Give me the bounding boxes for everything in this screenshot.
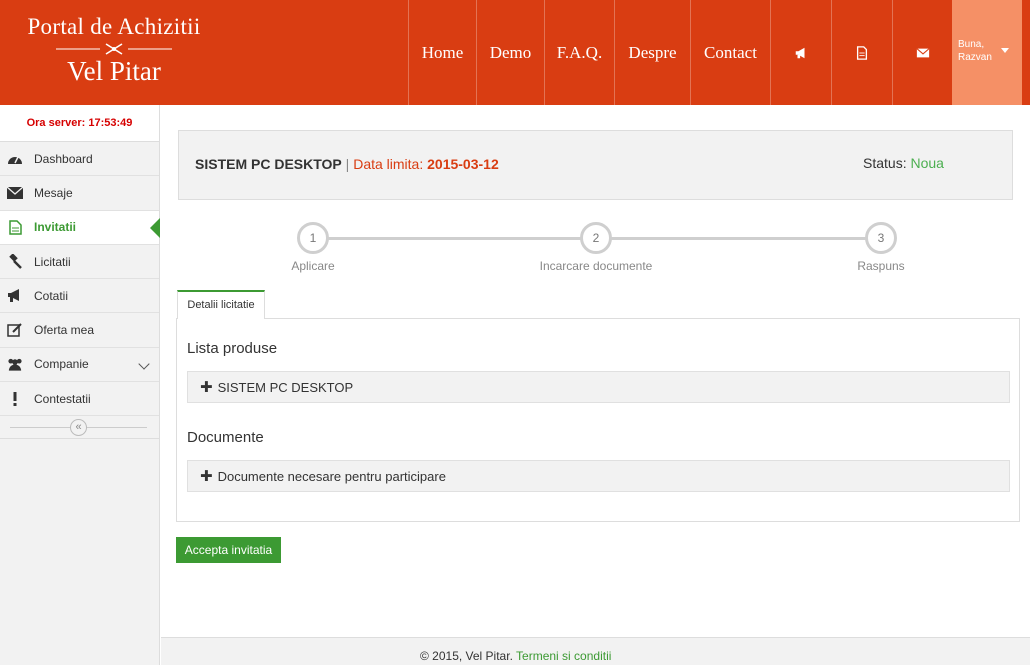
tab-detalii-licitatie[interactable]: Detalii licitatie [177,290,265,319]
step-3-circle[interactable]: 3 [865,222,897,254]
product-accordion-row[interactable]: ✚ SISTEM PC DESKTOP [187,371,1010,403]
sidebar-item-label: Companie [34,357,89,372]
status-badge: Noua [910,155,944,171]
user-menu[interactable]: Buna, Razvan [952,0,1022,105]
sidebar-item-label: Dashboard [34,151,93,166]
sidebar-item-label: Mesaje [34,185,73,200]
chevron-down-icon [138,358,150,370]
document-icon[interactable] [831,0,892,105]
sidebar-item-label: Licitatii [34,254,71,269]
deadline-label: Data limita: [353,156,424,172]
product-row-label: SISTEM PC DESKTOP [217,379,354,395]
sidebar: Ora server: 17:53:49 Dashboard Mesaje In… [0,105,160,665]
top-bar: Portal de Achizitii Vel Pitar Home Demo … [0,0,1030,105]
status-label: Status: [863,155,907,171]
sidebar-item-label: Invitatii [34,220,77,235]
collapse-sidebar-button[interactable]: « [70,419,87,437]
user-name: Razvan [958,52,992,63]
sidebar-item-label: Contestatii [34,391,91,406]
server-time: Ora server: 17:53:49 [0,105,159,142]
footer: © 2015, Vel Pitar. Termeni si conditii [161,637,1030,665]
step-2-circle[interactable]: 2 [580,222,612,254]
sidebar-item-oferta-mea[interactable]: Oferta mea [0,313,159,348]
deadline-value: 2015-03-12 [427,156,499,172]
nav-demo[interactable]: Demo [476,0,544,105]
sidebar-item-licitatii[interactable]: Licitatii [0,245,159,280]
megaphone-icon [7,288,23,304]
nav-faq[interactable]: F.A.Q. [544,0,614,105]
products-section-title: Lista produse [187,340,278,357]
document-icon [7,219,23,235]
plus-icon: ✚ [200,468,213,485]
sidebar-item-label: Cotatii [34,288,69,303]
exclamation-icon [7,391,23,407]
nav-despre[interactable]: Despre [614,0,690,105]
sidebar-item-label: Oferta mea [34,323,95,338]
footer-copyright: © 2015, Vel Pitar. [420,649,513,663]
envelope-icon[interactable] [892,0,953,105]
megaphone-icon[interactable] [770,0,831,105]
step-1-label: Aplicare [291,259,335,273]
logo-line2: Vel Pitar [67,56,161,86]
title-separator: | [345,156,350,172]
logo[interactable]: Portal de Achizitii Vel Pitar [0,0,228,105]
logo-line1: Portal de Achizitii [27,14,201,39]
gavel-icon [7,253,23,270]
sidebar-collapse-row: « [0,416,159,440]
documents-section-title: Documente [187,429,264,446]
sidebar-item-mesaje[interactable]: Mesaje [0,176,159,211]
sidebar-item-invitatii[interactable]: Invitatii [0,210,160,245]
sidebar-item-cotatii[interactable]: Cotatii [0,279,159,314]
documents-accordion-row[interactable]: ✚ Documente necesare pentru participare [187,460,1010,492]
envelope-icon [7,185,23,201]
edit-icon [7,322,23,338]
main-nav: Home Demo F.A.Q. Despre Contact [408,0,953,105]
tab-panel: Lista produse ✚ SISTEM PC DESKTOP Docume… [176,318,1020,522]
status: Status: Noua [863,155,944,171]
sidebar-item-contestatii[interactable]: Contestatii [0,382,159,417]
terms-link[interactable]: Termeni si conditii [516,649,611,663]
ornament-icon [56,43,172,55]
user-greeting: Buna, [958,39,985,50]
sidebar-item-companie[interactable]: Companie [0,348,159,383]
step-2-label: Incarcare documente [539,259,653,273]
invitation-header: SISTEM PC DESKTOP | Data limita: 2015-03… [178,130,1013,200]
users-icon [7,356,23,372]
caret-down-icon [1001,48,1009,53]
plus-icon: ✚ [200,379,213,396]
nav-contact[interactable]: Contact [690,0,770,105]
step-1-circle[interactable]: 1 [297,222,329,254]
invitation-title: SISTEM PC DESKTOP | Data limita: 2015-03… [195,156,499,172]
accept-invitation-button[interactable]: Accepta invitatia [176,537,281,563]
nav-home[interactable]: Home [408,0,476,105]
documents-row-label: Documente necesare pentru participare [217,468,446,484]
dashboard-icon [7,151,23,167]
sidebar-item-dashboard[interactable]: Dashboard [0,142,159,177]
step-3-label: Raspuns [857,259,905,273]
product-name: SISTEM PC DESKTOP [195,156,342,172]
